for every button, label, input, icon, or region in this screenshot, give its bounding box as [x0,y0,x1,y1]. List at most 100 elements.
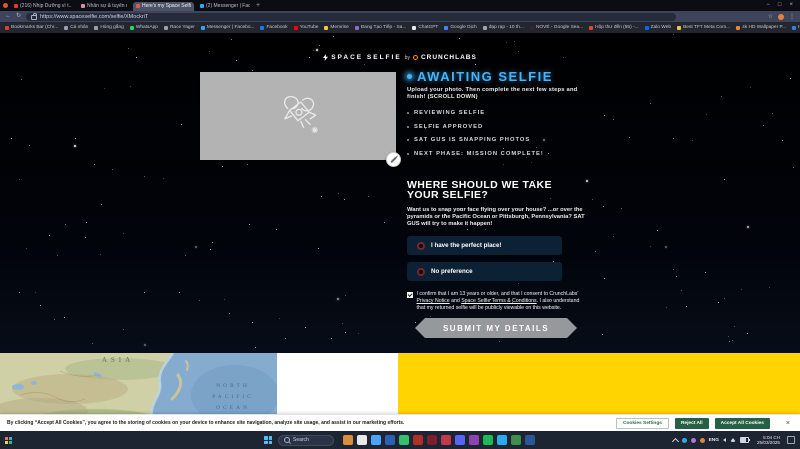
bookmark-item[interactable]: Facebook [260,25,287,30]
bookmark-item[interactable]: đạp rạp - 10 th... [483,25,524,30]
tray-app-icon[interactable] [691,438,696,443]
taskbar-app-icon[interactable] [525,435,535,445]
bookmark-item[interactable]: ChatGPT [412,25,438,30]
address-bar[interactable]: https://www.spaceselfie.com/selfie/XMock… [26,13,676,21]
bookmark-item[interactable]: Hùng gắng [94,25,123,30]
crunchlabs-logo-icon [413,55,418,60]
bookmark-item[interactable]: Hướng Dẫn Tân Thủ... [792,25,800,30]
new-tab-button[interactable]: + [256,1,260,10]
cookie-close-icon[interactable]: × [786,420,790,427]
taskbar-app-icon[interactable] [455,435,465,445]
bookmarks-bar: Bookmarks Bar (Chr... Cá nhân Hùng gắng … [0,22,800,33]
radio-icon[interactable] [417,268,425,276]
taskbar-search[interactable]: Search [278,435,334,446]
taskbar-app-icon[interactable] [497,435,507,445]
youtube-icon [294,26,298,30]
selfie-photo-placeholder[interactable] [200,72,396,160]
status-title: AWAITING SELFIE [417,69,553,84]
notification-center-icon[interactable] [787,436,795,444]
bookmark-item[interactable]: Zalo Web [645,25,671,30]
status-step: NEXT PHASE: MISSION COMPLETE! [407,151,544,157]
edit-photo-button[interactable] [386,152,401,167]
option-no-preference[interactable]: No preference [407,262,562,281]
date-label: 25/03/2025 [757,440,780,445]
bookmark-star-icon[interactable]: ☆ [768,13,773,20]
map-label-ocean: OCEAN [216,405,250,411]
folder-icon [64,26,68,30]
back-icon[interactable]: ← [5,11,11,22]
taskbar-app-icon[interactable] [385,435,395,445]
reload-icon[interactable]: ↻ [16,11,21,22]
bookmark-label: WhatsApp [136,25,158,30]
system-tray: ENG 5:04 CH 25/03/2025 [673,435,795,446]
taskbar-app-icon[interactable] [469,435,479,445]
bookmark-item[interactable]: WhatsApp [130,25,158,30]
terms-conditions-link[interactable]: Space Selfie Terms & Conditions [461,298,536,304]
bookmark-icon [324,26,328,30]
network-icon[interactable] [730,438,736,442]
bookmark-icon [677,26,681,30]
browser-avatar[interactable] [778,14,784,20]
taskbar-app-icon[interactable] [343,435,353,445]
radio-icon[interactable] [417,242,425,250]
taskbar-app-icon[interactable] [371,435,381,445]
tab-youtube[interactable]: (216) Nhịp Dưỡng vì t... [11,2,75,11]
option-perfect-place[interactable]: I have the perfect place! [407,236,562,255]
reject-all-button[interactable]: Reject All [675,418,709,429]
start-button[interactable] [264,436,272,444]
close-button[interactable]: × [789,0,793,11]
bookmark-item[interactable]: Bookmarks Bar (Chr... [5,25,58,30]
accept-all-cookies-button[interactable]: Accept All Cookies [715,418,770,429]
bookmark-item[interactable]: Memrise [324,25,348,30]
cookies-settings-button[interactable]: Cookies Settings [616,418,669,429]
tab-space-selfie-active[interactable]: Here's my Space Selfie fr... [133,2,194,11]
language-indicator[interactable]: ENG [709,438,719,443]
battery-icon[interactable] [740,437,749,443]
taskbar-clock[interactable]: 5:04 CH 25/03/2025 [757,435,780,446]
bookmark-item[interactable]: 4k HD Wallpaper P... [736,25,786,30]
bookmark-icon [530,26,534,30]
taskbar-app-icon[interactable] [483,435,493,445]
widgets-icon[interactable] [5,437,12,444]
bookmark-label: Best TFT Meta Com... [683,25,730,30]
submit-details-button[interactable]: SUBMIT MY DETAILS [415,318,577,338]
tray-app-icon[interactable] [700,438,705,443]
privacy-notice-link[interactable]: Privacy Notice [417,298,450,304]
bookmark-item[interactable]: Messenger | Facebo... [201,25,255,30]
maximize-button[interactable]: □ [778,0,782,11]
google-translate-icon [444,26,448,30]
rocket-doodle-icon [265,88,331,144]
taskbar-app-icon[interactable] [357,435,367,445]
status-step: SELFIE APPROVED [407,124,544,130]
bookmark-item[interactable]: YouTube [294,25,319,30]
minimize-button[interactable]: − [766,0,770,11]
page-content: SPACE SELFIE by CRUNCHLABS [0,33,800,431]
bookmark-item[interactable]: Best TFT Meta Com... [677,25,730,30]
brand-crunchlabs[interactable]: CRUNCHLABS [421,54,477,61]
taskbar-app-icon[interactable] [427,435,437,445]
bookmark-item[interactable]: NOVÉ - Google Sea... [530,25,583,30]
taskbar-app-icon[interactable] [399,435,409,445]
tab-hr[interactable]: Nhân sự & tuyển dụng [78,2,130,11]
map-label-ocean: NORTH [216,383,250,389]
tab-messenger[interactable]: (2) Messenger | Facebook [197,2,253,11]
browser-menu-icon[interactable]: ⋮ [789,13,795,20]
bookmark-item[interactable]: Google Dịch [444,25,476,30]
selfie-status-panel: AWAITING SELFIE Upload your photo. Then … [407,66,589,376]
bolt-icon [323,54,328,61]
facebook-icon [260,26,264,30]
tray-expand-icon[interactable] [672,437,679,444]
bookmark-item[interactable]: Cá nhân [64,25,88,30]
taskbar-app-icon[interactable] [413,435,423,445]
volume-icon[interactable] [723,438,726,442]
bookmark-item[interactable]: Hộp thư đến (55) -... [589,25,638,30]
taskbar-app-icon[interactable] [441,435,451,445]
bookmark-item[interactable]: Race Yager [164,25,195,30]
windows-taskbar: Search ENG 5 [0,431,800,449]
browser-profile-icon[interactable] [3,3,8,8]
status-steps-list: REVIEWING SELFIE SELFIE APPROVED SAT GUS… [407,110,544,164]
taskbar-app-icon[interactable] [511,435,521,445]
bookmark-item[interactable]: Đang Tạo Tiếp - Sa... [355,25,407,30]
consent-checkbox[interactable] [407,292,413,298]
tray-app-icon[interactable] [682,438,687,443]
